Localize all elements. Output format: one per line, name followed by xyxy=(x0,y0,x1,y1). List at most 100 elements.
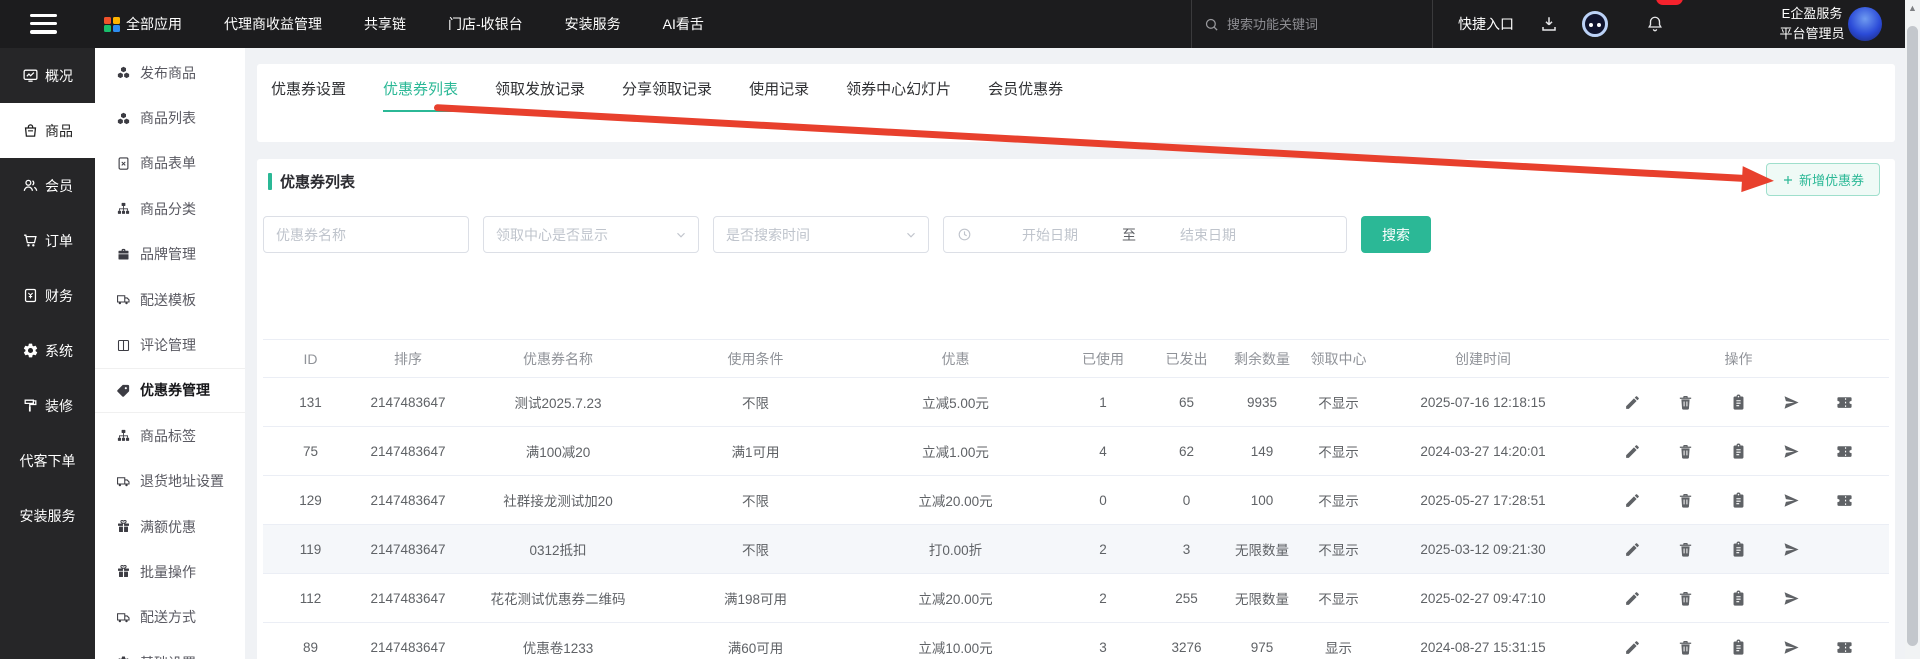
ai-robot-icon[interactable] xyxy=(1582,0,1608,48)
topbar-menu-item-3[interactable]: 门店-收银台 xyxy=(448,14,523,34)
tab-6[interactable]: 会员优惠券 xyxy=(988,78,1063,112)
submenu-item-10[interactable]: 满额优惠 xyxy=(95,504,245,549)
sidebar-item-8[interactable]: 安装服务 xyxy=(0,488,95,543)
sidebar-item-1[interactable]: 商品 xyxy=(0,103,95,158)
column-header: ID xyxy=(263,340,358,378)
topbar-menu-item-2[interactable]: 共享链 xyxy=(364,14,406,34)
truck-icon xyxy=(116,610,131,625)
delete-action-button[interactable] xyxy=(1677,492,1694,509)
delete-action-button[interactable] xyxy=(1677,394,1694,411)
delete-action-button[interactable] xyxy=(1677,590,1694,607)
send-action-button[interactable] xyxy=(1783,541,1800,558)
system-icon xyxy=(22,342,39,359)
sidebar-item-5[interactable]: 系统 xyxy=(0,323,95,378)
cell-issued: 255 xyxy=(1148,574,1225,623)
edit-action-button[interactable] xyxy=(1624,394,1641,411)
ticket-action-button[interactable] xyxy=(1836,394,1853,411)
edit-action-button[interactable] xyxy=(1624,590,1641,607)
ticket-icon xyxy=(1836,492,1853,509)
search-button[interactable]: 搜索 xyxy=(1361,216,1431,253)
submenu-item-2[interactable]: 商品表单 xyxy=(95,141,245,186)
submenu-item-3[interactable]: 商品分类 xyxy=(95,186,245,231)
submenu-item-7[interactable]: 优惠券管理 xyxy=(95,368,245,413)
send-action-button[interactable] xyxy=(1783,443,1800,460)
download-icon[interactable] xyxy=(1540,0,1558,48)
cell-actions xyxy=(1588,623,1889,659)
edit-action-button[interactable] xyxy=(1624,639,1641,656)
cell-sort: 2147483647 xyxy=(358,623,458,659)
apps-grid-icon xyxy=(104,17,119,32)
send-action-button[interactable] xyxy=(1783,394,1800,411)
user-menu[interactable]: E企盈服务 平台管理员 xyxy=(1766,0,1858,48)
tab-4[interactable]: 使用记录 xyxy=(749,78,809,112)
vertical-scrollbar[interactable]: ▲ xyxy=(1905,0,1920,659)
sidebar-item-7[interactable]: 代客下单 xyxy=(0,433,95,488)
submenu-item-6[interactable]: 评论管理 xyxy=(95,322,245,367)
sidebar-item-3[interactable]: 订单 xyxy=(0,213,95,268)
send-icon xyxy=(1783,443,1800,460)
sidebar-item-0[interactable]: 概况 xyxy=(0,48,95,103)
copy-action-button[interactable] xyxy=(1730,541,1747,558)
send-action-button[interactable] xyxy=(1783,590,1800,607)
center-display-select[interactable]: 领取中心是否显示 xyxy=(483,216,699,253)
submenu-item-12[interactable]: 配送方式 xyxy=(95,595,245,640)
cell-remaining: 100 xyxy=(1225,476,1299,525)
tab-0[interactable]: 优惠券设置 xyxy=(271,78,346,112)
send-action-button[interactable] xyxy=(1783,492,1800,509)
ticket-action-button[interactable] xyxy=(1836,639,1853,656)
search-icon xyxy=(1204,17,1219,32)
sidebar-item-6[interactable]: 装修 xyxy=(0,378,95,433)
tab-2[interactable]: 领取发放记录 xyxy=(495,78,585,112)
delete-action-button[interactable] xyxy=(1677,541,1694,558)
scrollbar-thumb[interactable] xyxy=(1907,26,1918,646)
column-header: 排序 xyxy=(358,340,458,378)
add-coupon-button[interactable]: 新增优惠券 xyxy=(1766,163,1880,196)
topbar-menu-item-4[interactable]: 安装服务 xyxy=(565,14,621,34)
copy-action-button[interactable] xyxy=(1730,590,1747,607)
submenu-item-1[interactable]: 商品列表 xyxy=(95,95,245,140)
sidebar-item-2[interactable]: 会员 xyxy=(0,158,95,213)
topbar-menu-item-1[interactable]: 代理商收益管理 xyxy=(224,14,322,34)
submenu-item-13[interactable]: 基础设置 xyxy=(95,640,245,659)
topbar-menu-item-0[interactable]: 全部应用 xyxy=(104,14,182,34)
overview-icon xyxy=(22,67,39,84)
copy-action-button[interactable] xyxy=(1730,639,1747,656)
edit-action-button[interactable] xyxy=(1624,541,1641,558)
ticket-action-button[interactable] xyxy=(1836,443,1853,460)
delete-icon xyxy=(1677,492,1694,509)
tab-bar: 优惠券设置优惠券列表领取发放记录分享领取记录使用记录领券中心幻灯片会员优惠券 xyxy=(271,78,1881,112)
avatar[interactable] xyxy=(1848,7,1882,41)
sidebar-item-4[interactable]: 财务 xyxy=(0,268,95,323)
hamburger-menu-icon[interactable] xyxy=(30,14,57,34)
scroll-up-arrow-icon[interactable]: ▲ xyxy=(1905,3,1920,13)
ticket-action-button[interactable] xyxy=(1836,492,1853,509)
copy-action-button[interactable] xyxy=(1730,492,1747,509)
submenu-item-11[interactable]: 批量操作 xyxy=(95,549,245,594)
cell-remaining: 无限数量 xyxy=(1225,574,1299,623)
submenu-item-4[interactable]: 品牌管理 xyxy=(95,232,245,277)
edit-action-button[interactable] xyxy=(1624,492,1641,509)
send-action-button[interactable] xyxy=(1783,639,1800,656)
delete-action-button[interactable] xyxy=(1677,443,1694,460)
submenu-item-5[interactable]: 配送模板 xyxy=(95,277,245,322)
copy-action-button[interactable] xyxy=(1730,443,1747,460)
edit-action-button[interactable] xyxy=(1624,443,1641,460)
date-range-picker[interactable]: 至 xyxy=(943,216,1347,253)
tab-5[interactable]: 领券中心幻灯片 xyxy=(846,78,951,112)
submenu-item-8[interactable]: 商品标签 xyxy=(95,413,245,458)
start-date-input[interactable] xyxy=(980,227,1120,243)
copy-action-button[interactable] xyxy=(1730,394,1747,411)
search-input[interactable] xyxy=(1227,17,1397,32)
tab-3[interactable]: 分享领取记录 xyxy=(622,78,712,112)
column-header: 已发出 xyxy=(1148,340,1225,378)
delete-action-button[interactable] xyxy=(1677,639,1694,656)
search-time-select[interactable]: 是否搜索时间 xyxy=(713,216,929,253)
quick-entry-link[interactable]: 快捷入口 xyxy=(1458,0,1514,48)
submenu-item-9[interactable]: 退货地址设置 xyxy=(95,459,245,504)
copy-icon xyxy=(1730,443,1747,460)
coupon-name-input[interactable] xyxy=(264,227,468,243)
submenu-item-0[interactable]: 发布商品 xyxy=(95,50,245,95)
truck-icon xyxy=(116,292,131,307)
topbar-menu-item-5[interactable]: AI看舌 xyxy=(663,14,704,34)
end-date-input[interactable] xyxy=(1138,227,1278,243)
